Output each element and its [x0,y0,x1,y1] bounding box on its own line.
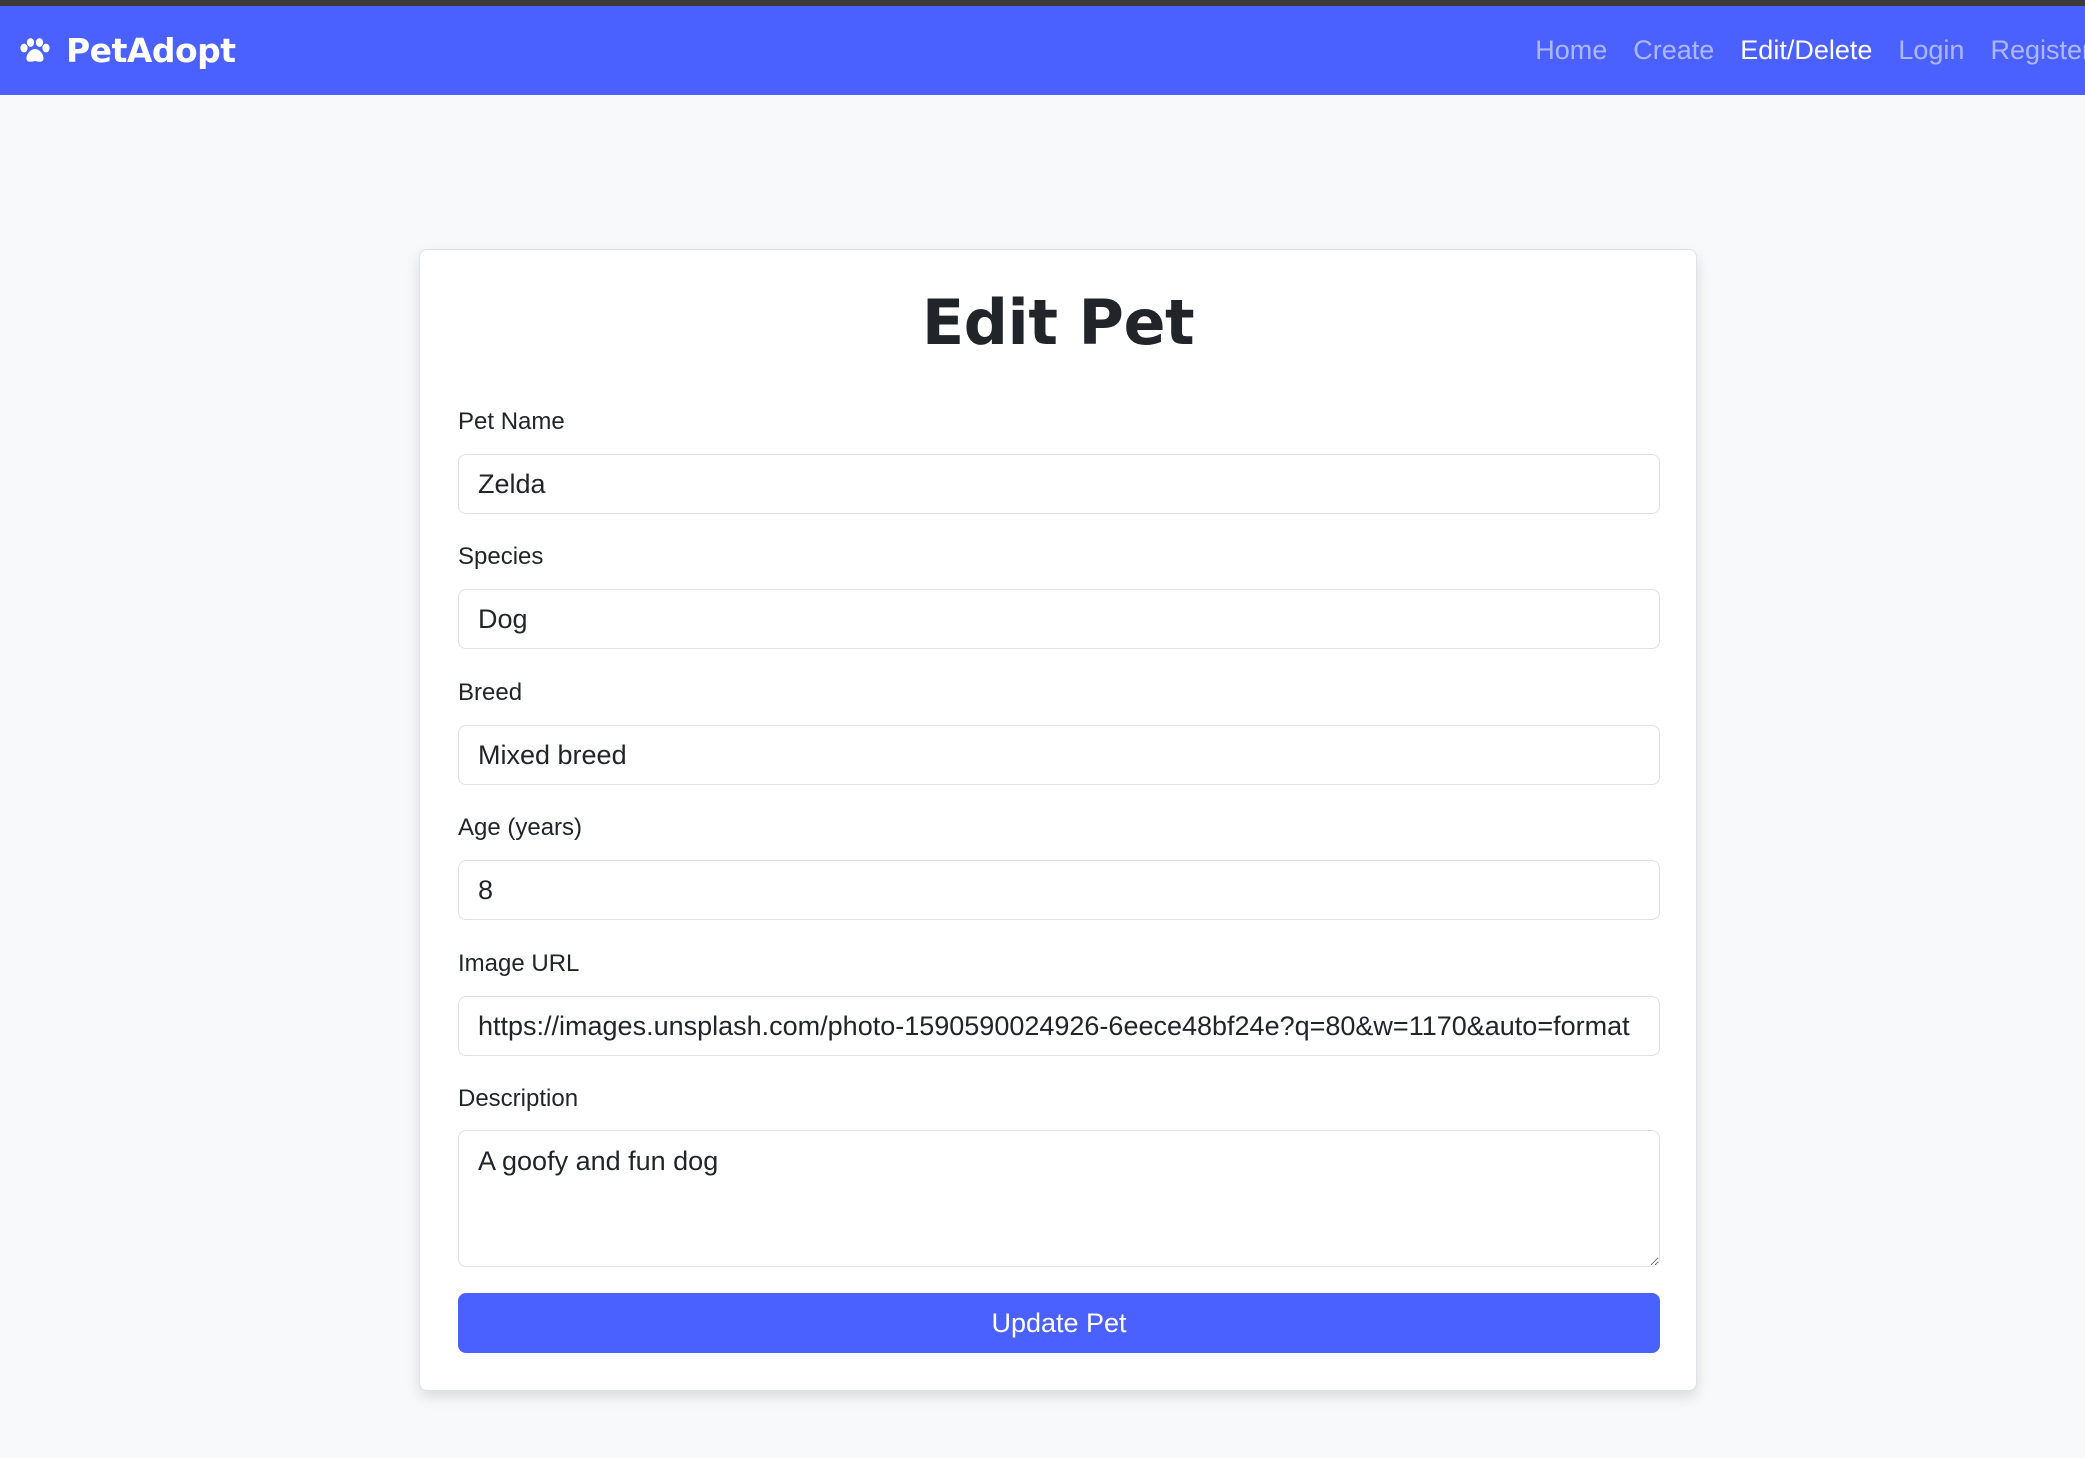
age-input[interactable] [458,860,1660,920]
brand-name: PetAdopt [66,31,236,70]
pet-name-label: Pet Name [458,408,565,435]
update-pet-button[interactable]: Update Pet [458,1293,1660,1353]
nav-link-create[interactable]: Create [1633,35,1714,66]
description-label: Description [458,1085,579,1112]
nav-link-register[interactable]: Register [1990,35,2085,66]
nav-link-home[interactable]: Home [1535,35,1607,66]
nav-link-login[interactable]: Login [1898,35,1964,66]
image-url-label: Image URL [458,950,580,977]
image-url-input[interactable] [458,996,1660,1056]
species-label: Species [458,543,544,570]
breed-input[interactable] [458,725,1660,785]
nav-link-edit-delete[interactable]: Edit/Delete [1740,35,1872,66]
brand-link[interactable]: PetAdopt [20,31,236,70]
navbar: PetAdopt Home Create Edit/Delete Login R… [0,6,2085,95]
paw-icon [20,37,50,64]
pet-name-input[interactable] [458,454,1660,514]
age-label: Age (years) [458,814,583,841]
breed-label: Breed [458,679,523,706]
nav-links: Home Create Edit/Delete Login Register [1509,6,2085,95]
page-title: Edit Pet [921,286,1195,359]
edit-pet-card: Edit Pet Pet Name Species Breed Age (yea… [419,249,1697,1391]
description-textarea[interactable]: A goofy and fun dog [458,1130,1660,1267]
species-input[interactable] [458,589,1660,649]
